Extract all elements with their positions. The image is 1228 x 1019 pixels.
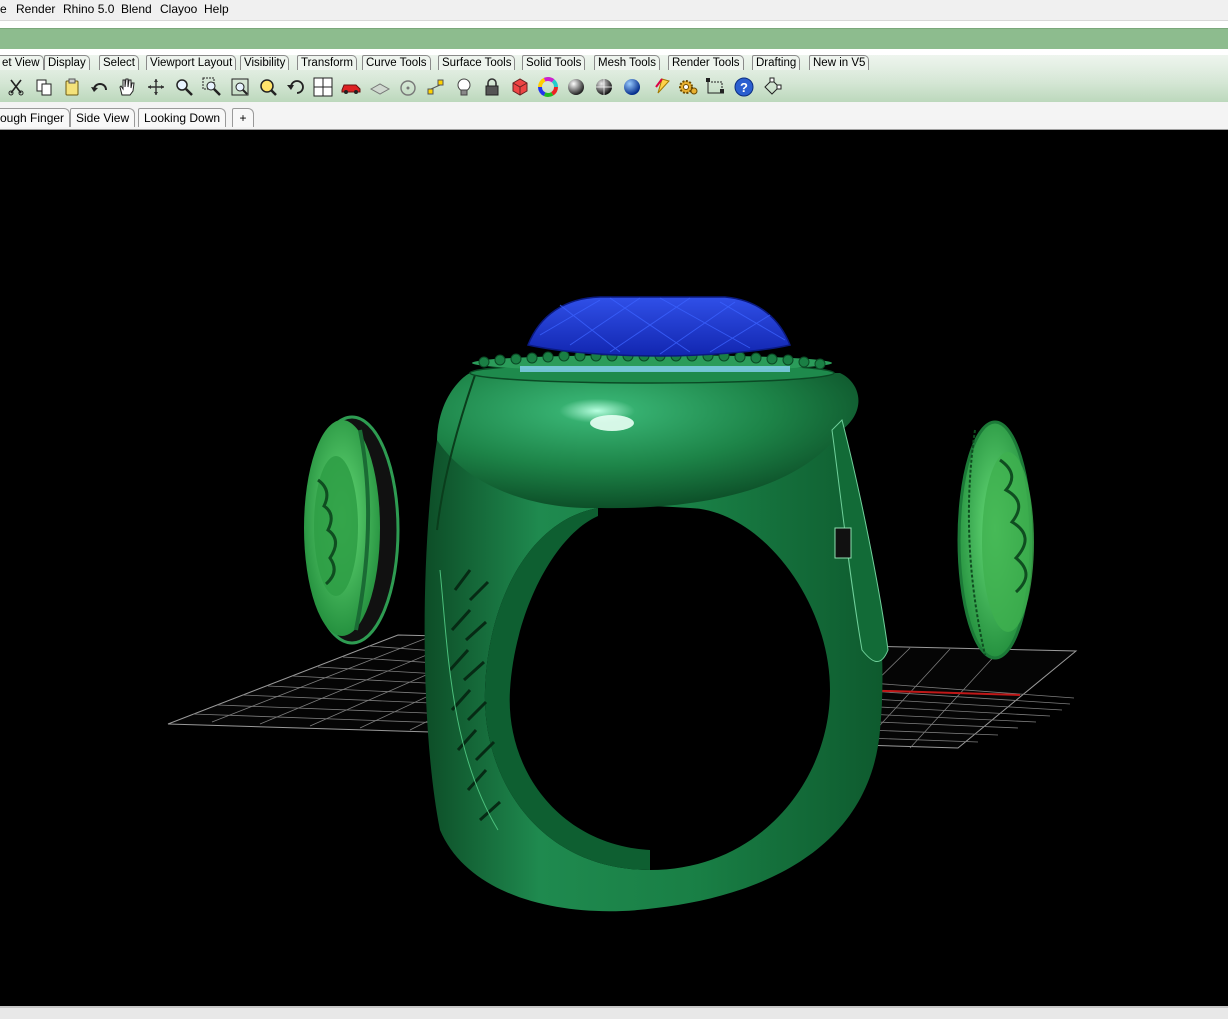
- lightbulb-icon[interactable]: [453, 76, 475, 98]
- tab-render-tools[interactable]: Render Tools: [668, 55, 744, 70]
- separator: [0, 21, 1228, 28]
- menu-item-render[interactable]: Render: [16, 2, 55, 16]
- tab-drafting[interactable]: Drafting: [752, 55, 801, 70]
- four-viewports-icon[interactable]: [312, 76, 334, 98]
- gear-icon[interactable]: [677, 76, 699, 98]
- perspective-viewport[interactable]: [0, 130, 1228, 1006]
- status-bar: [0, 1006, 1228, 1019]
- rendered-sphere-icon[interactable]: [593, 76, 615, 98]
- paste-icon[interactable]: [61, 76, 83, 98]
- tab-side-view[interactable]: Side View: [70, 108, 136, 127]
- undo-view-icon[interactable]: [285, 76, 307, 98]
- tab-looking-down[interactable]: Looking Down: [138, 108, 227, 127]
- add-viewport-button[interactable]: +: [232, 108, 254, 127]
- tab-visibility[interactable]: Visibility: [240, 55, 290, 70]
- toolbar-area: et View Display Select Viewport Layout V…: [0, 55, 1228, 102]
- tab-select[interactable]: Select: [99, 55, 139, 70]
- dimension-icon[interactable]: [705, 76, 727, 98]
- copy-icon[interactable]: [33, 76, 55, 98]
- cut-icon[interactable]: [5, 76, 27, 98]
- tab-surface-tools[interactable]: Surface Tools: [438, 55, 516, 70]
- points-icon[interactable]: [425, 76, 447, 98]
- layer-icon[interactable]: [369, 76, 391, 98]
- tab-mesh-tools[interactable]: Mesh Tools: [594, 55, 660, 70]
- color-wheel-icon[interactable]: [537, 76, 559, 98]
- tab-transform[interactable]: Transform: [297, 55, 357, 70]
- shaded-icon[interactable]: [509, 76, 531, 98]
- cursor-icon[interactable]: [761, 76, 783, 98]
- toolbar-tabs: et View Display Select Viewport Layout V…: [0, 55, 1228, 71]
- menu-item-rhino[interactable]: Rhino 5.0: [63, 2, 114, 16]
- menu-bar: e Render Rhino 5.0 Blend Clayoo Help: [0, 0, 1228, 21]
- toolbar: ?: [0, 72, 1228, 102]
- menu-item-clayoo[interactable]: Clayoo: [160, 2, 197, 16]
- tab-through-finger[interactable]: ough Finger: [0, 108, 71, 127]
- left-lion-medallion: [304, 415, 400, 645]
- viewport-tab-bar: ough Finger Side View Looking Down +: [0, 102, 1228, 130]
- zoom-selected-icon[interactable]: [257, 76, 279, 98]
- tab-curve-tools[interactable]: Curve Tools: [362, 55, 431, 70]
- tab-viewport-layout[interactable]: Viewport Layout: [146, 55, 237, 70]
- tab-solid-tools[interactable]: Solid Tools: [522, 55, 586, 70]
- viewport-scene: [167, 296, 1078, 912]
- menu-item-help[interactable]: Help: [204, 2, 229, 16]
- rotate-view-icon[interactable]: [145, 76, 167, 98]
- lock-icon[interactable]: [481, 76, 503, 98]
- circle-icon[interactable]: [397, 76, 419, 98]
- menu-item-blend[interactable]: Blend: [121, 2, 152, 16]
- help-icon[interactable]: ?: [733, 76, 755, 98]
- car-icon[interactable]: [340, 76, 362, 98]
- zoom-extents-icon[interactable]: [229, 76, 251, 98]
- tab-set-view[interactable]: et View: [0, 55, 44, 70]
- render-sphere-icon[interactable]: [565, 76, 587, 98]
- undo-icon[interactable]: [89, 76, 111, 98]
- menu-item-file[interactable]: e: [0, 2, 7, 16]
- right-lion-medallion: [957, 420, 1034, 660]
- spotlight-icon[interactable]: [651, 76, 673, 98]
- pan-hand-icon[interactable]: [115, 76, 137, 98]
- svg-text:?: ?: [740, 80, 748, 95]
- zoom-dynamic-icon[interactable]: [173, 76, 195, 98]
- command-bar[interactable]: [0, 28, 1228, 50]
- blue-sphere-icon[interactable]: [621, 76, 643, 98]
- tab-display[interactable]: Display: [44, 55, 90, 70]
- zoom-window-icon[interactable]: [201, 76, 223, 98]
- ring-model: [424, 296, 889, 912]
- tab-new-in-v5[interactable]: New in V5: [809, 55, 870, 70]
